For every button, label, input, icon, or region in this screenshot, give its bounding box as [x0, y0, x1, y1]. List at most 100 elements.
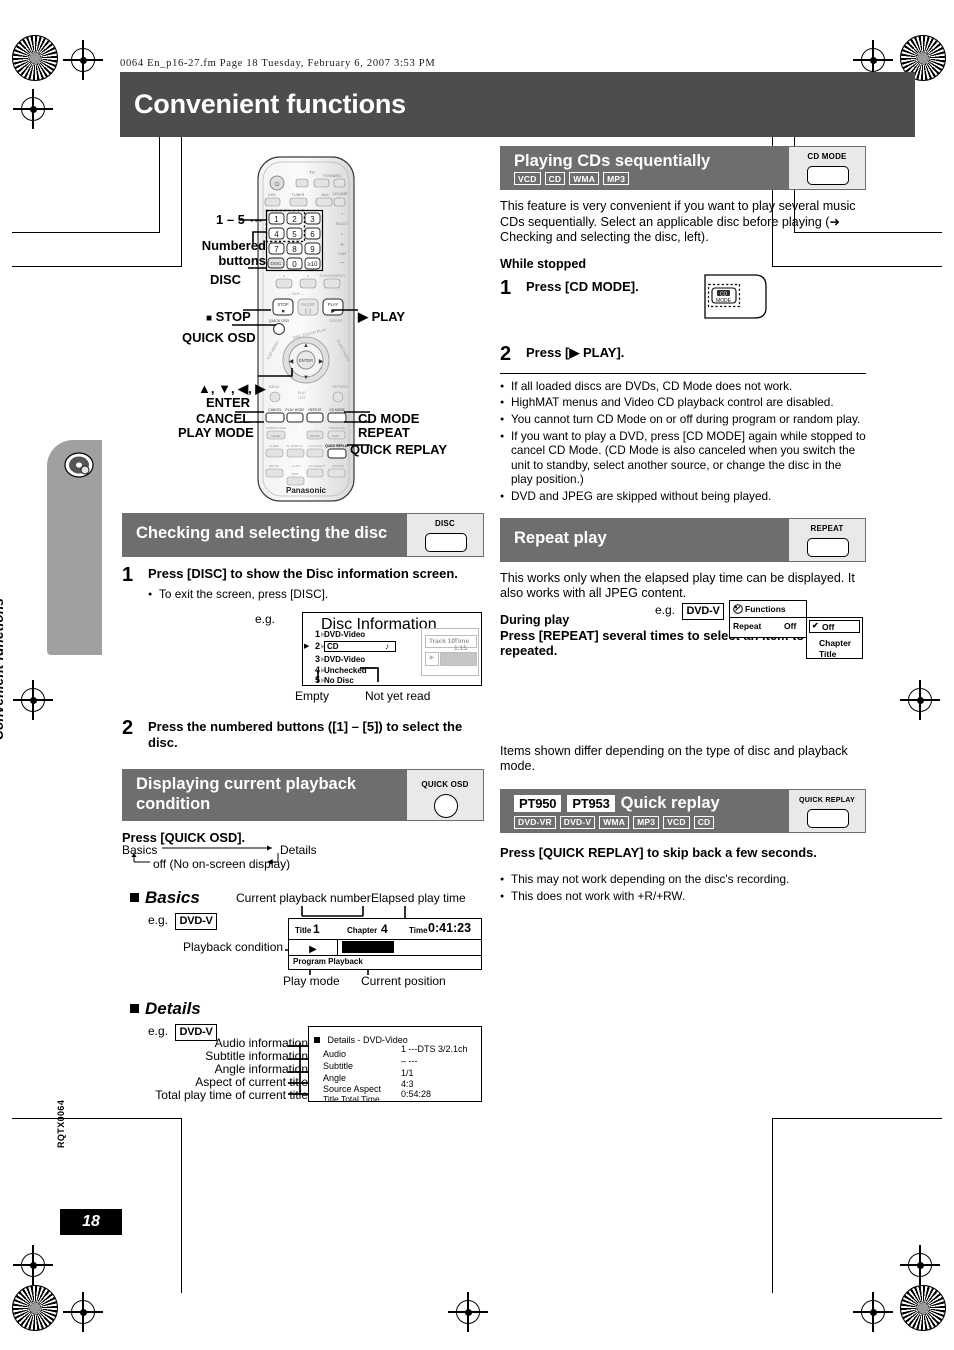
- functions-menu-title: Functions: [745, 604, 786, 614]
- time-label: Time 1:15: [454, 638, 470, 652]
- key-caption: CD MODE: [807, 152, 847, 161]
- svg-text:AUX: AUX: [321, 193, 329, 197]
- details-callout: Angle information: [214, 1062, 308, 1076]
- cd-section-condition: While stopped: [500, 256, 587, 271]
- repeat-options-dropdown[interactable]: ✔ Off Chapter Title: [806, 617, 863, 659]
- step-number: 2: [122, 717, 134, 739]
- section-key-illustration: DISC: [407, 513, 484, 557]
- step-1-bullet: To exit the screen, press [DISC].: [148, 587, 484, 602]
- svg-text:⏻: ⏻: [275, 181, 280, 188]
- repeat-row-value: Off: [784, 621, 797, 631]
- osd-top-row: Title 1 Chapter 4 Time 0:41:23: [289, 919, 481, 940]
- disc-info-row[interactable]: 1 ▶ DVD-Video: [307, 629, 411, 640]
- row-value: – ---: [401, 1056, 418, 1066]
- crop-mark: [12, 1118, 182, 1120]
- section-title: Checking and selecting the disc: [136, 524, 388, 542]
- model-badge: PT953: [567, 794, 615, 812]
- remote-callout-numbered-buttons: Numbered buttons: [201, 238, 266, 268]
- cd-note: If you want to play a DVD, press [CD MOD…: [500, 429, 866, 487]
- quick-replay-key-icon: [807, 808, 849, 828]
- crop-mark: [181, 1118, 183, 1293]
- repeat-intro: This works only when the elapsed play ti…: [500, 570, 855, 601]
- crop-mark: [772, 1118, 774, 1293]
- quick-replay-note: This may not work depending on the disc'…: [500, 872, 866, 887]
- step-number: 2: [500, 342, 512, 365]
- page-number: 18: [82, 1213, 100, 1230]
- key-caption: REPEAT: [810, 523, 844, 533]
- functions-menu-row[interactable]: Repeat Off: [730, 617, 806, 637]
- repeat-row-label: Repeat: [733, 621, 762, 631]
- remote-callout-cd-mode: CD MODE: [358, 411, 420, 426]
- media-badge: VCD: [663, 815, 690, 829]
- registration-target-right-bottom: [900, 1245, 940, 1285]
- play-triangle-icon: ▶: [309, 944, 317, 955]
- remote-callout-quick-replay: QUICK REPLAY: [350, 442, 448, 457]
- key-caption: DISC: [435, 519, 455, 528]
- chapter-label: Chapter: [347, 926, 378, 935]
- media-badge: DVD-VR: [514, 815, 556, 829]
- row-value: 4:3: [401, 1079, 414, 1089]
- step-text: Press [DISC] to show the Disc informatio…: [148, 566, 458, 581]
- functions-menu-title-row: Functions: [730, 601, 806, 618]
- step-number: 1: [122, 564, 134, 586]
- play-triangle-icon: ▶: [358, 309, 368, 324]
- section-key-illustration: QUICK OSD: [407, 769, 484, 821]
- registration-target-bottom-center: [448, 1292, 488, 1332]
- media-badge: WMA: [599, 815, 630, 829]
- section-header-quick-replay: PT950 PT953 Quick replay DVD-VR DVD-V WM…: [500, 788, 866, 833]
- remote-callout-play-mode: PLAY MODE: [178, 425, 254, 440]
- registration-target-bottom-right: [853, 1292, 893, 1332]
- dropdown-option[interactable]: Title: [819, 644, 836, 662]
- details-callout-list: Audio information Subtitle information A…: [140, 1036, 308, 1102]
- remote-callout-cancel: CANCEL: [196, 411, 251, 426]
- annotation-empty: Empty: [295, 689, 330, 703]
- media-badge: MP3: [603, 172, 630, 185]
- remote-callout-enter: ENTER: [206, 395, 251, 410]
- track-label: Track 10: [429, 638, 456, 645]
- disc-slot-number: 1: [314, 629, 320, 639]
- dropdown-option-selected[interactable]: ✔ Off: [809, 620, 860, 633]
- svg-text:CD: CD: [720, 292, 728, 298]
- quick-replay-note: This does not work with +R/+RW.: [500, 889, 866, 904]
- remote-callout-play: ▶ PLAY: [358, 309, 406, 324]
- media-badge: VCD: [514, 172, 541, 185]
- disc-info-row-selected[interactable]: ▶ 2 ▶ CD ♪: [304, 641, 411, 653]
- step-text: Press [▶ PLAY].: [526, 344, 625, 360]
- title-label: Title: [295, 926, 312, 935]
- page-title-bar: Convenient functions: [120, 72, 915, 137]
- cd-section-intro: This feature is very convenient if you w…: [500, 199, 856, 245]
- crop-mark: [772, 1118, 942, 1120]
- remote-callout-disc: DISC: [210, 272, 242, 287]
- eg-label-disc-info: e.g.: [255, 612, 276, 626]
- registration-target-top-left-2: [13, 89, 53, 129]
- registration-target-top-left: [63, 40, 103, 80]
- registration-target-bottom-left: [63, 1292, 103, 1332]
- section-title-bar: Checking and selecting the disc: [122, 513, 407, 557]
- cd-mode-key-inset-illustration: CD MODE: [704, 274, 767, 319]
- repeat-footnote: Items shown differ depending on the type…: [500, 743, 848, 774]
- section-header-checking-disc: Checking and selecting the disc DISC: [122, 513, 484, 557]
- cd-mode-key-icon: [807, 166, 849, 185]
- cd-step-2: 2 Press [▶ PLAY].: [500, 342, 866, 365]
- eg-label: e.g.: [655, 603, 676, 617]
- music-note-icon: ♪: [385, 642, 389, 651]
- disc-type-badge: DVD-V: [175, 913, 217, 930]
- manual-page: 0064 En_p16-27.fm Page 18 Tuesday, Febru…: [0, 0, 954, 1350]
- remote-callout-1-5: 1 – 5: [216, 212, 245, 227]
- media-badge: DVD-V: [559, 815, 596, 829]
- media-badge: MP3: [633, 815, 660, 829]
- section-title-bar: Displaying current playback condition: [122, 769, 407, 821]
- registration-target-right-mid: [900, 680, 940, 720]
- disc-icon: [64, 452, 94, 478]
- remote-callout-stop: ■ STOP: [206, 309, 251, 324]
- osd-status-row: ▶: [289, 939, 481, 956]
- step-text: Press [CD MODE].: [526, 278, 639, 294]
- disc-info-annotation-leaders: [317, 667, 379, 682]
- row-value: 0:54:28: [401, 1089, 432, 1099]
- osd-playmode-row: Program Playback: [289, 955, 481, 969]
- track-time-row: Track 10 Time 1:15: [425, 635, 477, 652]
- step-text: Press the numbered buttons ([1] – [5]) t…: [148, 719, 463, 750]
- svg-text:MODE: MODE: [716, 298, 732, 304]
- section-title: Quick replay: [620, 793, 720, 812]
- section-title: Repeat play: [514, 528, 607, 547]
